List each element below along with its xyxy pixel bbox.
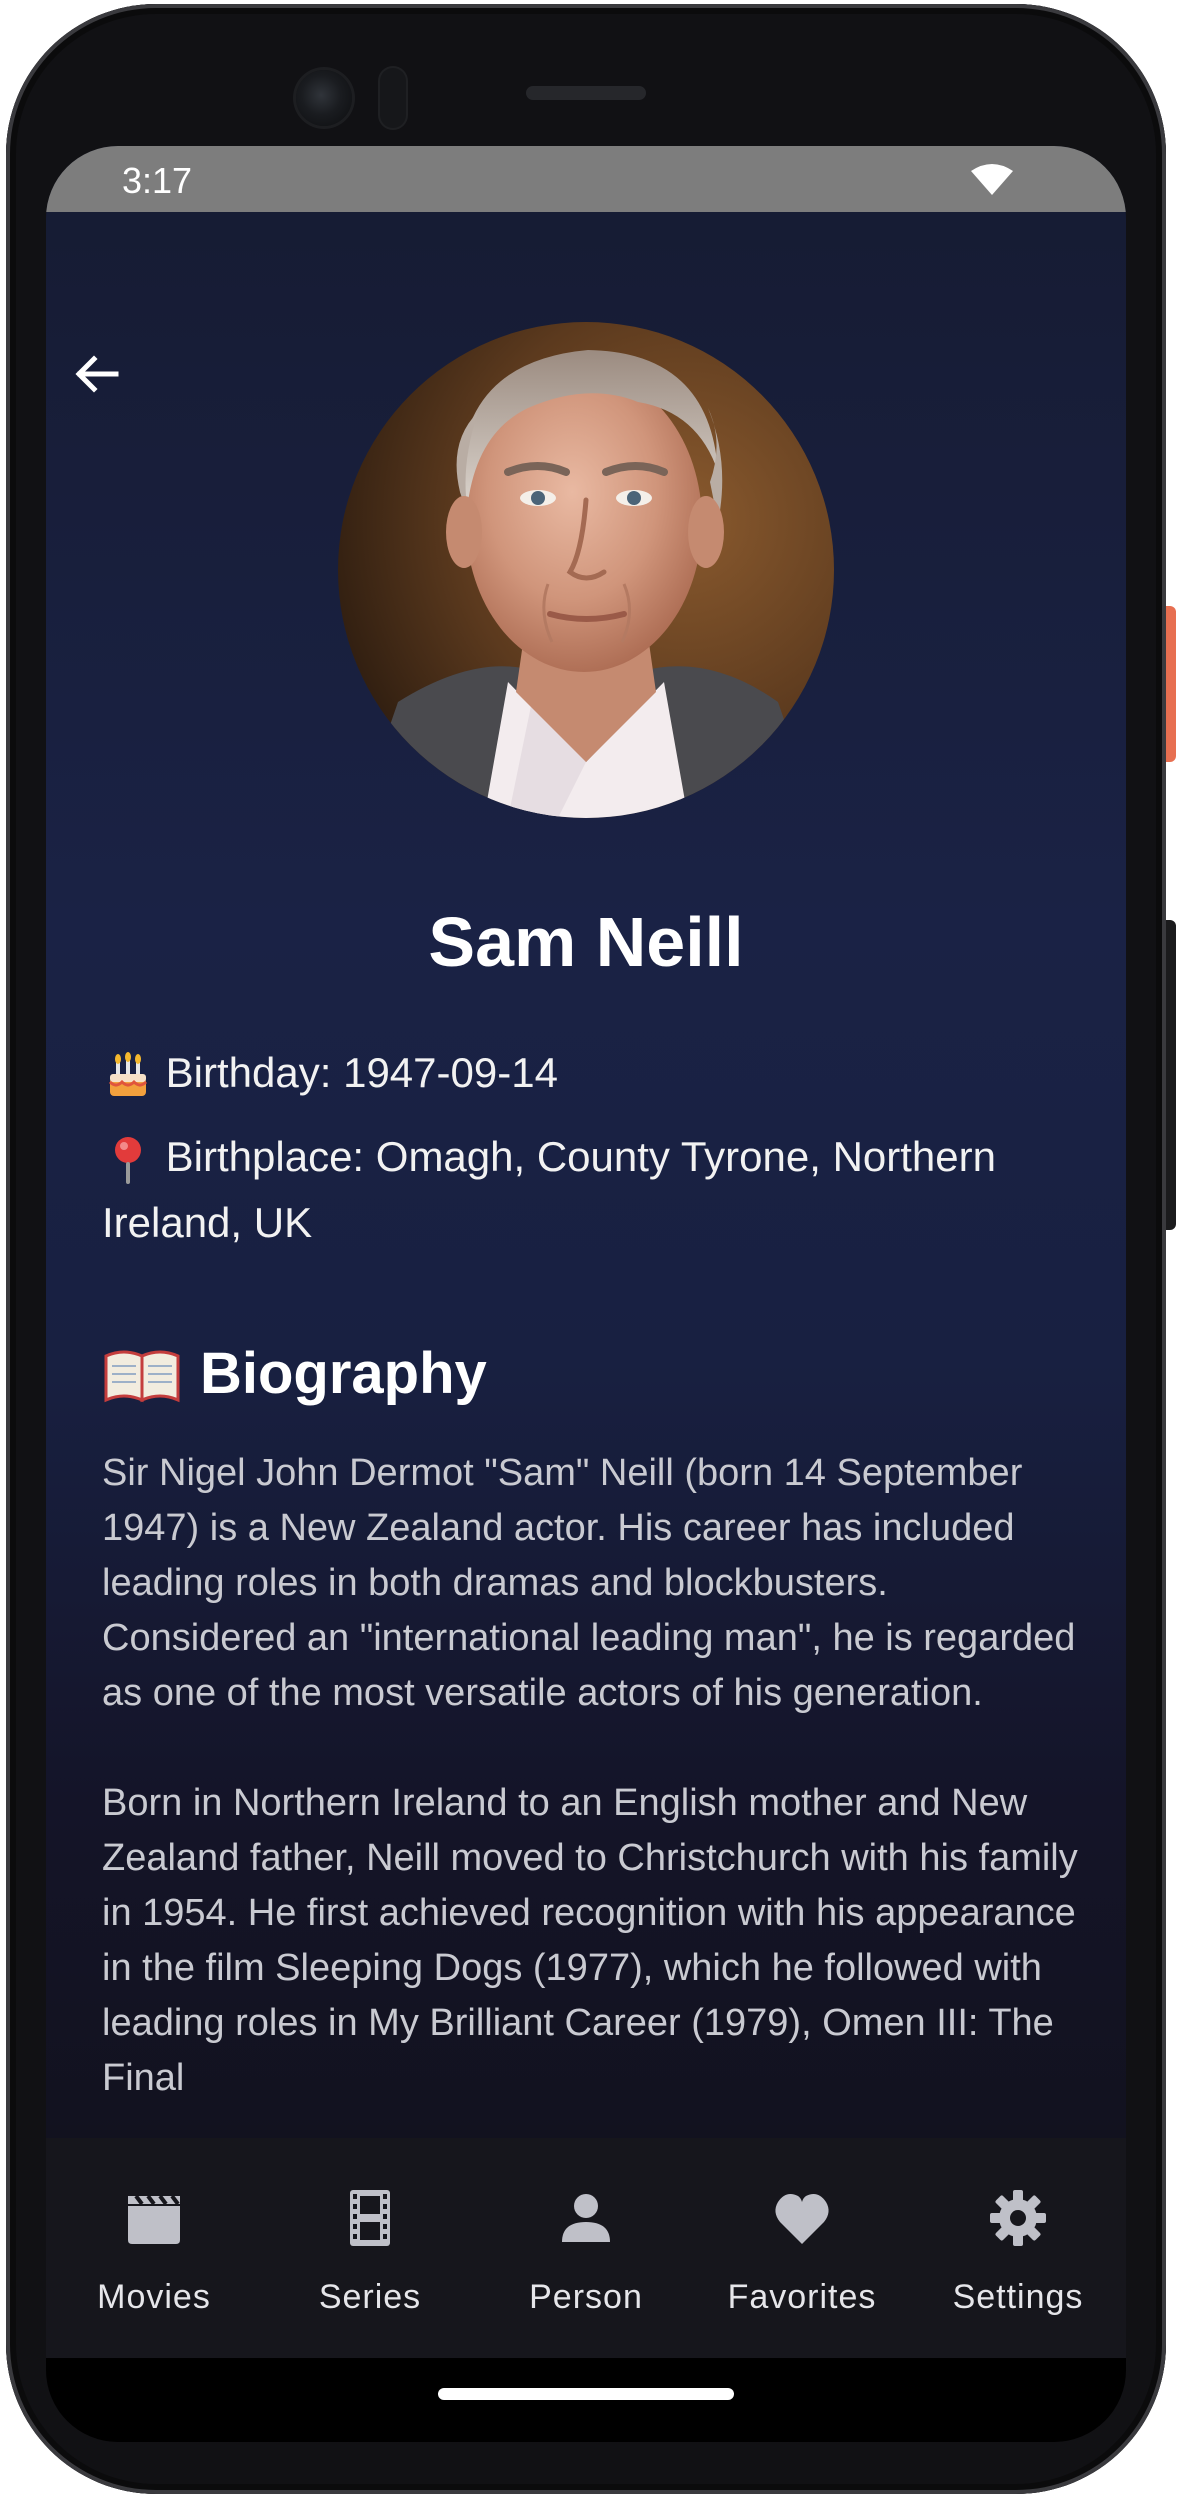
location-pin-icon xyxy=(115,1136,141,1184)
birthplace-row: Birthplace: Omagh, County Tyrone, Northe… xyxy=(102,1124,1042,1256)
status-bar: 3:17 xyxy=(46,146,1126,212)
birthplace-text: Birthplace: Omagh, County Tyrone, Northe… xyxy=(102,1133,996,1246)
birthday-text: Birthday: 1947-09-14 xyxy=(165,1049,558,1096)
nav-label-settings: Settings xyxy=(952,2278,1084,2316)
app-screen: 3:17 Sam Neill Birthday: 1947-09-14 Birt… xyxy=(46,146,1126,2358)
wifi-icon xyxy=(971,164,1013,195)
person-icon xyxy=(562,2194,610,2242)
open-book-icon xyxy=(104,1350,180,1402)
gear-icon xyxy=(990,2190,1046,2246)
nav-item-favorites[interactable]: Favorites xyxy=(694,2138,910,2358)
nav-label-movies: Movies xyxy=(97,2278,211,2316)
birthday-cake-icon xyxy=(108,1051,148,1096)
home-indicator[interactable] xyxy=(438,2388,734,2400)
person-avatar xyxy=(338,322,834,818)
volume-button xyxy=(1166,920,1176,1230)
film-strip-icon xyxy=(350,2190,390,2246)
nav-label-series: Series xyxy=(318,2278,422,2316)
gesture-bar xyxy=(46,2358,1126,2442)
device-mockup: 3:17 Sam Neill Birthday: 1947-09-14 Birt… xyxy=(0,0,1178,2498)
nav-label-favorites: Favorites xyxy=(727,2278,877,2316)
nav-item-movies[interactable]: Movies xyxy=(46,2138,262,2358)
person-name: Sam Neill xyxy=(428,903,744,981)
biography-heading-text: Biography xyxy=(200,1341,487,1406)
bottom-navigation: Movies Series Person Favorites Settings xyxy=(46,2138,1126,2358)
earpiece-speaker xyxy=(526,86,646,100)
nav-label-person: Person xyxy=(529,2278,643,2316)
nav-item-person[interactable]: Person xyxy=(478,2138,694,2358)
biography-paragraph: Born in Northern Ireland to an English m… xyxy=(102,1782,1078,2099)
back-button[interactable] xyxy=(58,336,134,412)
birthday-row: Birthday: 1947-09-14 xyxy=(102,1040,1042,1106)
biography-heading: Biography xyxy=(102,1340,487,1407)
front-camera xyxy=(296,70,352,126)
biography-text: Sir Nigel John Dermot "Sam" Neill (born … xyxy=(102,1446,1082,2120)
status-time: 3:17 xyxy=(122,160,193,201)
nav-item-settings[interactable]: Settings xyxy=(910,2138,1126,2358)
proximity-sensor xyxy=(380,68,406,128)
arrow-back-icon xyxy=(75,355,119,393)
nav-item-series[interactable]: Series xyxy=(262,2138,478,2358)
biography-paragraph: Sir Nigel John Dermot "Sam" Neill (born … xyxy=(102,1452,1076,1714)
heart-icon xyxy=(775,2194,829,2244)
movie-clapper-icon xyxy=(128,2194,180,2244)
portrait-photo xyxy=(338,322,834,818)
power-button xyxy=(1166,606,1176,762)
